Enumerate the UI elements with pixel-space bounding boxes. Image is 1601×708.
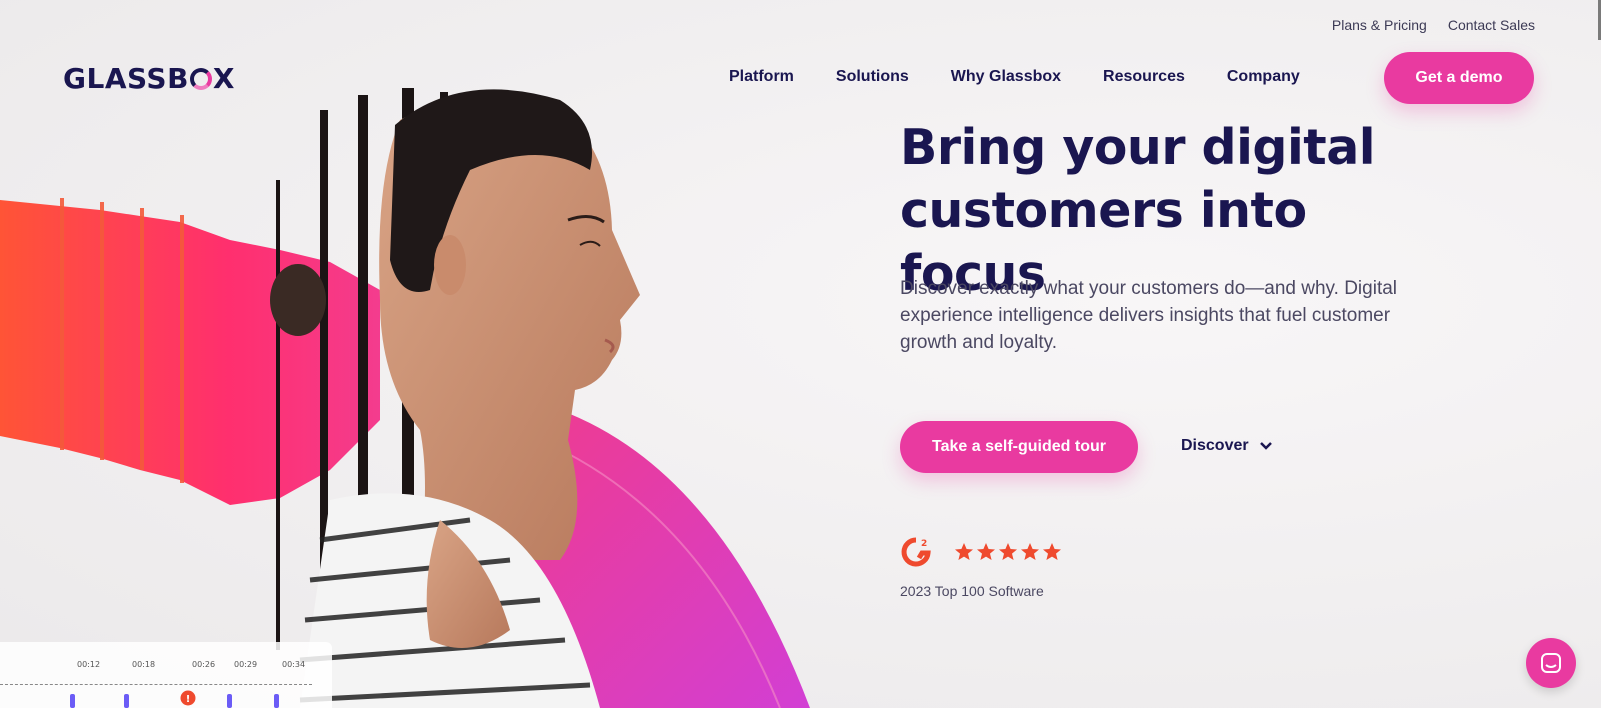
discover-label: Discover: [1181, 437, 1249, 454]
chat-icon: [1541, 653, 1561, 673]
timeline-marker: [70, 694, 75, 708]
timeline-tick: 00:18: [132, 660, 156, 669]
star-rating: [954, 542, 1062, 562]
nav-item-solutions[interactable]: Solutions: [836, 68, 909, 86]
alert-icon: !: [180, 690, 196, 706]
alert-glyph: !: [186, 694, 191, 705]
plans-pricing-link[interactable]: Plans & Pricing: [1332, 17, 1427, 33]
svg-text:2: 2: [921, 539, 927, 549]
g2-rating: 2: [900, 536, 1062, 568]
timeline-tick: 00:12: [77, 660, 101, 669]
session-timeline: 00:12 00:18 00:26 00:29 00:34 !: [0, 642, 332, 708]
landing-page: Plans & Pricing Contact Sales GLASSB X Pl…: [0, 0, 1601, 708]
timeline-marker: [274, 694, 279, 708]
star-icon: [955, 543, 973, 560]
star-icon: [1021, 543, 1039, 560]
nav-item-platform[interactable]: Platform: [729, 68, 794, 86]
headline-line-1: Bring your digital: [900, 119, 1376, 176]
star-icon: [1043, 543, 1061, 560]
contact-sales-link[interactable]: Contact Sales: [1448, 17, 1535, 33]
star-icon: [999, 543, 1017, 560]
g2-caption: 2023 Top 100 Software: [900, 583, 1044, 599]
glassbox-logo[interactable]: GLASSB X: [63, 62, 235, 95]
timeline-marker: [124, 694, 129, 708]
logo-text-post: X: [212, 62, 236, 95]
main-nav: Platform Solutions Why Glassbox Resource…: [729, 68, 1300, 86]
timeline-track: [0, 684, 312, 685]
nav-item-resources[interactable]: Resources: [1103, 68, 1185, 86]
nav-item-why-glassbox[interactable]: Why Glassbox: [951, 68, 1061, 86]
hero-illustration: [0, 88, 810, 708]
star-icon: [977, 543, 995, 560]
timeline-tick: 00:26: [192, 660, 216, 669]
self-guided-tour-button[interactable]: Take a self-guided tour: [900, 421, 1138, 473]
get-demo-button[interactable]: Get a demo: [1384, 52, 1534, 104]
logo-ring-icon: [189, 67, 212, 90]
nav-item-company[interactable]: Company: [1227, 68, 1300, 86]
hero-subhead: Discover exactly what your customers do—…: [900, 278, 1398, 353]
chevron-down-icon: [1259, 442, 1272, 450]
utility-nav: Plans & Pricing Contact Sales: [1332, 17, 1535, 33]
discover-dropdown[interactable]: Discover: [1181, 437, 1273, 455]
timeline-tick: 00:34: [282, 660, 306, 669]
logo-text-pre: GLASSB: [63, 62, 189, 95]
timeline-tick: 00:29: [234, 660, 258, 669]
timeline-marker: [227, 694, 232, 708]
chat-launcher-button[interactable]: [1526, 638, 1576, 688]
g2-logo-icon: 2: [901, 537, 931, 567]
